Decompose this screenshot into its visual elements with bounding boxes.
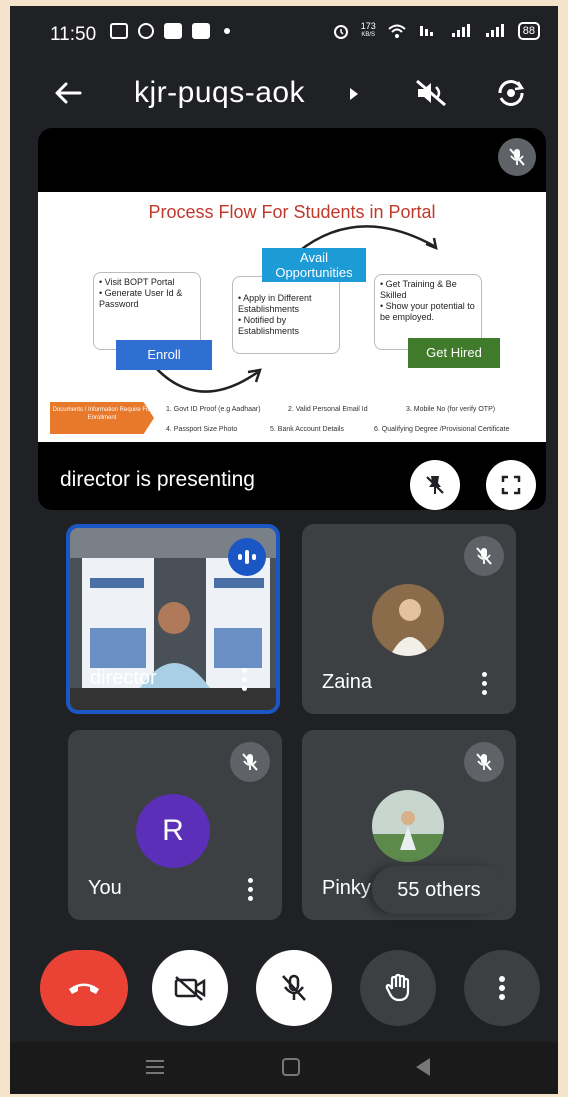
step-box-apply: Apply in Different Establishments Notifi… (232, 276, 340, 354)
meeting-code[interactable]: kjr-puqs-aok (134, 76, 305, 110)
participant-name: Zaina (322, 671, 373, 693)
hired-tag: Get Hired (408, 338, 500, 368)
others-count-button[interactable]: 55 others (372, 866, 506, 914)
battery-level: 88 (517, 22, 540, 40)
step-item: Get Training & Be Skilled (380, 279, 476, 301)
participant-name: Pinky (322, 877, 371, 899)
notification-icons (110, 23, 230, 39)
mic-off-icon (498, 138, 536, 176)
step-item: Notified by Establishments (238, 315, 334, 337)
mic-off-icon (230, 742, 270, 782)
camera-toggle-button[interactable] (152, 950, 228, 1026)
doc-item: 5. Bank Account Details (270, 426, 344, 433)
more-vert-icon[interactable] (242, 668, 248, 692)
switch-camera-icon[interactable] (494, 76, 528, 110)
more-options-button[interactable] (464, 950, 540, 1026)
audio-off-icon[interactable] (414, 78, 448, 108)
camera-off-icon (174, 976, 206, 1001)
presenter-label: director is presenting (60, 468, 255, 491)
avail-tag: Avail Opportunities (262, 248, 366, 282)
step-item: Show your potential to be employed. (380, 301, 476, 323)
wifi-icon (388, 24, 406, 38)
facebook-icon (192, 23, 210, 39)
doc-item: 1. Govt ID Proof (e.g Aadhaar) (166, 406, 261, 413)
cast-icon (110, 23, 128, 39)
mic-off-icon (464, 742, 504, 782)
more-vert-icon[interactable] (482, 672, 488, 696)
unpin-button[interactable] (410, 460, 460, 510)
signal-2-icon (485, 24, 504, 37)
avatar (372, 790, 444, 862)
status-right: 173 KB/S 88 (333, 22, 540, 40)
participant-tile-you[interactable]: R You (68, 730, 282, 920)
end-call-icon (69, 983, 99, 994)
more-notifications-dot-icon (224, 28, 230, 34)
participant-tile-zaina[interactable]: Zaina (302, 524, 516, 714)
raise-hand-button[interactable] (360, 950, 436, 1026)
youtube-icon (164, 23, 182, 39)
status-bar: 11:50 173 KB/S 88 (10, 6, 558, 54)
enroll-tag: Enroll (116, 340, 212, 370)
avatar: R (136, 794, 210, 868)
doc-item: 3. Mobile No (for verify OTP) (406, 406, 496, 413)
presentation-tile[interactable]: Process Flow For Students in Portal Visi… (38, 128, 546, 510)
system-nav-bar (10, 1042, 558, 1094)
phone-screen: 11:50 173 KB/S 88 kjr-puqs-aok Process F… (10, 6, 558, 1094)
fullscreen-button[interactable] (486, 460, 536, 510)
meeting-header: kjr-puqs-aok (10, 66, 558, 122)
mic-toggle-button[interactable] (256, 950, 332, 1026)
alarm-icon (333, 25, 348, 39)
mic-off-icon (464, 536, 504, 576)
signal-1-icon (451, 24, 470, 37)
back-triangle-icon[interactable] (416, 1058, 430, 1076)
arrow-left-icon[interactable] (52, 78, 84, 108)
fullscreen-icon (501, 475, 521, 495)
avatar (372, 584, 444, 656)
speed-unit: KB/S (361, 32, 376, 38)
participant-tile-director[interactable]: director (66, 524, 280, 714)
shared-slide: Process Flow For Students in Portal Visi… (38, 192, 546, 442)
unpin-icon (426, 476, 444, 494)
doc-item: 2. Valid Personal Email Id (288, 406, 368, 413)
volte-icon (419, 26, 433, 36)
participant-name: You (88, 877, 122, 899)
network-speed: 173 KB/S (361, 22, 376, 40)
step-item: Generate User Id & Password (99, 288, 195, 310)
more-vert-icon (499, 976, 505, 1000)
hand-icon (385, 973, 410, 1002)
mic-off-icon (282, 974, 306, 1001)
speaking-indicator-icon (228, 538, 266, 576)
doc-item: 6. Qualifying Degree /Provisional Certif… (374, 426, 510, 433)
call-controls (10, 950, 558, 1026)
more-vert-icon[interactable] (248, 878, 254, 902)
doc-item: 4. Passport Size Photo (166, 426, 238, 433)
speed-value: 173 (360, 21, 376, 31)
recents-icon[interactable] (146, 1060, 164, 1074)
step-item: Visit BOPT Portal (99, 277, 195, 288)
chevron-right-icon[interactable] (350, 88, 358, 100)
documents-tag: Documents / Information Require For Enro… (50, 402, 154, 434)
end-call-button[interactable] (40, 950, 128, 1026)
step-item: Apply in Different Establishments (238, 293, 334, 315)
notification-o-icon (138, 23, 154, 39)
step-box-portal: Visit BOPT Portal Generate User Id & Pas… (93, 272, 201, 350)
home-icon[interactable] (282, 1058, 300, 1076)
status-time: 11:50 (50, 24, 97, 45)
participant-name: director (90, 667, 157, 689)
